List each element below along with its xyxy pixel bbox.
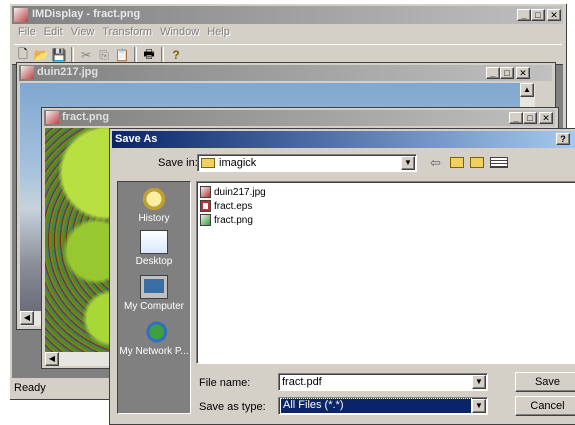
maximize-icon[interactable]: □ <box>531 9 545 21</box>
place-desktop-label: Desktop <box>135 256 173 267</box>
file-name-label-text: File name: <box>199 377 251 389</box>
save-as-type-select[interactable]: All Files (*.*) ▼ <box>278 397 488 415</box>
save-as-type-label: Save as type: <box>199 401 266 413</box>
image-file-icon <box>200 214 211 226</box>
chevron-down-icon[interactable]: ▼ <box>472 399 486 413</box>
file-name: fract.png <box>214 214 253 226</box>
eps-file-icon <box>200 200 211 212</box>
place-network[interactable]: My Network P... <box>118 320 190 357</box>
scroll-left-icon[interactable]: ◀ <box>20 311 34 325</box>
save-as-type-value: All Files (*.*) <box>280 398 472 414</box>
minimize-icon[interactable]: _ <box>486 67 500 79</box>
new-folder-icon[interactable] <box>470 157 484 168</box>
status-text: Ready <box>14 382 46 394</box>
minimize-icon[interactable]: _ <box>509 112 523 124</box>
dialog-titlebar[interactable]: Save As ? <box>112 131 575 148</box>
app-icon <box>14 8 28 22</box>
cancel-button[interactable]: Cancel <box>515 396 575 416</box>
dialog-title: Save As <box>115 133 158 145</box>
minimize-icon[interactable]: _ <box>517 9 531 21</box>
place-desktop[interactable]: Desktop <box>118 230 190 267</box>
close-icon[interactable]: ✕ <box>516 67 530 79</box>
save-as-dialog: Save As ? Save in: imagick ▼ ⇦ History D… <box>109 128 575 425</box>
maximize-icon[interactable]: □ <box>500 67 514 79</box>
close-icon[interactable]: ✕ <box>539 112 553 124</box>
toolbar-separator <box>161 47 164 63</box>
main-titlebar[interactable]: IMDisplay - fract.png _ □ ✕ <box>12 6 563 24</box>
my-computer-icon <box>140 275 168 299</box>
main-window-controls: _ □ ✕ <box>517 9 561 21</box>
close-icon[interactable]: ✕ <box>547 9 561 21</box>
child1-controls: _ □ ✕ <box>486 67 530 79</box>
file-name: duin217.jpg <box>214 186 266 198</box>
place-my-computer[interactable]: My Computer <box>118 275 190 312</box>
child1-title: duin217.jpg <box>37 66 99 78</box>
list-item[interactable]: fract.png <box>200 213 253 227</box>
folder-icon <box>201 158 215 168</box>
menu-edit[interactable]: Edit <box>40 26 67 42</box>
scroll-up-icon[interactable]: ▲ <box>520 83 534 97</box>
child1-titlebar[interactable]: duin217.jpg _ □ ✕ <box>19 65 552 81</box>
toolbar-separator <box>71 47 74 63</box>
list-item[interactable]: duin217.jpg <box>200 185 266 199</box>
place-history-label: History <box>138 213 170 224</box>
save-in-label: Save in: <box>158 157 198 169</box>
save-button[interactable]: Save <box>515 372 575 392</box>
list-item[interactable]: fract.eps <box>200 199 252 213</box>
main-title: IMDisplay - fract.png <box>32 8 141 20</box>
menu-view[interactable]: View <box>67 26 99 42</box>
scroll-left-icon[interactable]: ◀ <box>45 352 59 366</box>
child2-title: fract.png <box>62 111 110 123</box>
desktop-icon <box>140 230 168 254</box>
view-menu-icon[interactable] <box>490 157 508 168</box>
place-history[interactable]: History <box>118 187 190 224</box>
place-my-computer-label: My Computer <box>123 301 184 312</box>
chevron-down-icon[interactable]: ▼ <box>401 156 415 170</box>
save-in-value: imagick <box>219 157 257 169</box>
context-help-icon[interactable]: ? <box>556 133 570 145</box>
back-icon[interactable]: ⇦ <box>430 155 446 171</box>
network-places-icon <box>140 320 168 344</box>
toolbar-separator <box>134 47 137 63</box>
image-file-icon <box>21 66 34 79</box>
image-file-icon <box>200 186 211 198</box>
child2-titlebar[interactable]: fract.png _ □ ✕ <box>44 110 555 126</box>
menu-transform[interactable]: Transform <box>98 26 156 42</box>
file-name-field[interactable]: fract.pdf ▼ <box>278 373 488 391</box>
menu-bar: File Edit View Transform Window Help <box>14 26 234 42</box>
up-folder-icon[interactable] <box>450 157 464 168</box>
file-name-value: fract.pdf <box>282 376 322 388</box>
menu-window[interactable]: Window <box>156 26 203 42</box>
chevron-down-icon[interactable]: ▼ <box>472 375 486 389</box>
file-name-label: File name: <box>199 377 250 389</box>
file-list[interactable]: duin217.jpg fract.eps fract.png <box>196 181 575 364</box>
place-network-label: My Network P... <box>119 346 189 357</box>
menu-file[interactable]: File <box>14 26 40 42</box>
menu-help[interactable]: Help <box>203 26 234 42</box>
save-in-combo[interactable]: imagick ▼ <box>197 154 417 172</box>
file-name: fract.eps <box>214 200 253 212</box>
history-icon <box>140 187 168 211</box>
places-bar: History Desktop My Computer My Network P… <box>117 181 191 414</box>
image-file-icon <box>46 111 59 124</box>
child2-controls: _ □ ✕ <box>509 112 553 124</box>
maximize-icon[interactable]: □ <box>523 112 537 124</box>
